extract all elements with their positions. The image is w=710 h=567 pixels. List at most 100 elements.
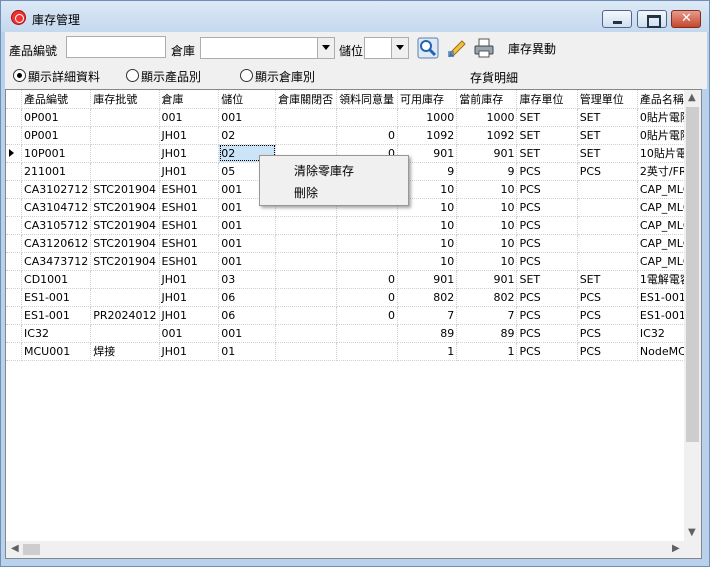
table-cell[interactable]: PCS [516, 324, 578, 343]
table-cell[interactable]: ESH01 [159, 198, 220, 217]
row-header[interactable] [6, 126, 23, 145]
minimize-button[interactable] [602, 10, 632, 28]
table-cell[interactable]: 7 [397, 306, 458, 325]
table-row[interactable]: 0P001 JH01 02 0 1092 1092 SET SET 0貼片電阻 [6, 126, 701, 145]
table-row[interactable]: MCU001 焊接 JH01 01 1 1 PCS PCS NodeMCU [6, 342, 701, 361]
table-cell[interactable]: STC201904 [90, 198, 160, 217]
table-cell[interactable] [577, 234, 638, 253]
table-cell[interactable]: JH01 [159, 162, 220, 181]
table-cell[interactable]: CA3105712 [21, 216, 92, 235]
table-cell[interactable]: 802 [397, 288, 458, 307]
table-cell[interactable]: 10 [456, 180, 518, 199]
table-cell[interactable]: 89 [456, 324, 518, 343]
table-cell[interactable] [577, 198, 638, 217]
table-cell[interactable]: STC201904 [90, 180, 160, 199]
table-cell[interactable]: 10 [397, 216, 458, 235]
radio-warehouse-label[interactable]: 顯示倉庫別 [255, 68, 315, 85]
table-cell[interactable]: PCS [577, 288, 638, 307]
table-cell[interactable]: PCS [577, 162, 638, 181]
table-cell[interactable]: CA3102712 [21, 180, 92, 199]
table-cell[interactable] [90, 144, 160, 163]
row-header[interactable] [6, 270, 23, 289]
inventory-change-button[interactable]: 庫存異動 [508, 40, 556, 57]
table-cell[interactable]: SET [577, 108, 638, 127]
table-cell[interactable] [275, 324, 338, 343]
radio-warehouse[interactable] [240, 69, 253, 82]
table-cell[interactable]: ESH01 [159, 216, 220, 235]
row-header[interactable] [6, 198, 23, 217]
table-row[interactable]: CA3105712 STC201904 ESH01 001 10 10 PCS CAP_MLC [6, 216, 701, 235]
column-header[interactable]: 產品編號 [21, 90, 92, 109]
table-cell[interactable]: 001 [218, 324, 277, 343]
table-cell[interactable]: 001 [159, 324, 220, 343]
scroll-up-icon[interactable]: ▲ [688, 92, 696, 103]
row-header[interactable] [6, 288, 23, 307]
column-header[interactable]: 當前庫存 [456, 90, 518, 109]
table-cell[interactable] [275, 108, 338, 127]
table-cell[interactable] [275, 252, 338, 271]
scroll-right-icon[interactable]: ▶ [672, 543, 680, 554]
table-cell[interactable] [336, 252, 398, 271]
horizontal-scroll-thumb[interactable] [23, 544, 40, 555]
table-cell[interactable] [90, 126, 160, 145]
table-cell[interactable]: 10 [397, 252, 458, 271]
table-cell[interactable]: 001 [218, 234, 277, 253]
table-cell[interactable]: 901 [397, 270, 458, 289]
maximize-button[interactable] [637, 10, 667, 28]
table-cell[interactable]: PCS [577, 306, 638, 325]
printer-icon[interactable] [473, 37, 495, 59]
table-cell[interactable]: SET [516, 126, 578, 145]
table-cell[interactable] [336, 216, 398, 235]
table-cell[interactable]: 10 [456, 234, 518, 253]
horizontal-scrollbar[interactable]: ◀ ▶ [6, 541, 701, 558]
row-header[interactable] [6, 252, 23, 271]
table-cell[interactable]: SET [516, 144, 578, 163]
table-cell[interactable]: SET [577, 126, 638, 145]
column-header[interactable]: 庫存單位 [516, 90, 578, 109]
pencil-icon[interactable] [446, 37, 468, 59]
row-header[interactable] [6, 234, 23, 253]
table-cell[interactable]: PCS [516, 306, 578, 325]
table-cell[interactable]: 0 [336, 270, 398, 289]
table-cell[interactable] [90, 162, 160, 181]
table-cell[interactable]: JH01 [159, 342, 220, 361]
radio-detail[interactable] [13, 69, 26, 82]
table-row[interactable]: ES1-001 PR2024012 JH01 06 0 7 7 PCS PCS ES1-001 [6, 306, 701, 325]
warehouse-select[interactable] [200, 37, 335, 59]
table-cell[interactable]: 0P001 [21, 126, 92, 145]
column-header[interactable]: 庫存批號 [90, 90, 160, 109]
row-header[interactable] [6, 180, 23, 199]
table-cell[interactable]: 1 [397, 342, 458, 361]
row-header[interactable] [6, 162, 23, 181]
column-header[interactable]: 可用庫存 [397, 90, 458, 109]
table-cell[interactable] [336, 342, 398, 361]
table-cell[interactable]: 1092 [397, 126, 458, 145]
table-cell[interactable]: CA3120612 [21, 234, 92, 253]
row-header[interactable] [6, 108, 23, 127]
chevron-down-icon[interactable] [317, 38, 334, 58]
table-cell[interactable]: SET [577, 144, 638, 163]
table-cell[interactable] [275, 216, 338, 235]
column-header[interactable]: 領料同意量 [336, 90, 398, 109]
table-cell[interactable]: CD1001 [21, 270, 92, 289]
table-cell[interactable]: 1 [456, 342, 518, 361]
table-cell[interactable]: 211001 [21, 162, 92, 181]
table-cell[interactable]: 10 [456, 252, 518, 271]
table-cell[interactable]: ESH01 [159, 252, 220, 271]
table-cell[interactable]: SET [516, 108, 578, 127]
table-cell[interactable] [577, 252, 638, 271]
table-cell[interactable]: 06 [218, 288, 277, 307]
table-cell[interactable] [275, 306, 338, 325]
table-cell[interactable]: IC32 [21, 324, 92, 343]
table-cell[interactable]: STC201904 [90, 216, 160, 235]
table-row[interactable]: CA3473712 STC201904 ESH01 001 10 10 PCS CAP_MLC [6, 252, 701, 271]
table-cell[interactable]: SET [516, 270, 578, 289]
table-cell[interactable]: 0 [336, 288, 398, 307]
vertical-scrollbar[interactable]: ▲ ▼ [684, 90, 701, 542]
table-cell[interactable]: ES1-001 [21, 306, 92, 325]
table-cell[interactable]: 10P001 [21, 144, 92, 163]
column-header[interactable]: 儲位 [218, 90, 277, 109]
table-cell[interactable]: 01 [218, 342, 277, 361]
table-cell[interactable]: PCS [516, 234, 578, 253]
table-cell[interactable]: 0 [336, 306, 398, 325]
